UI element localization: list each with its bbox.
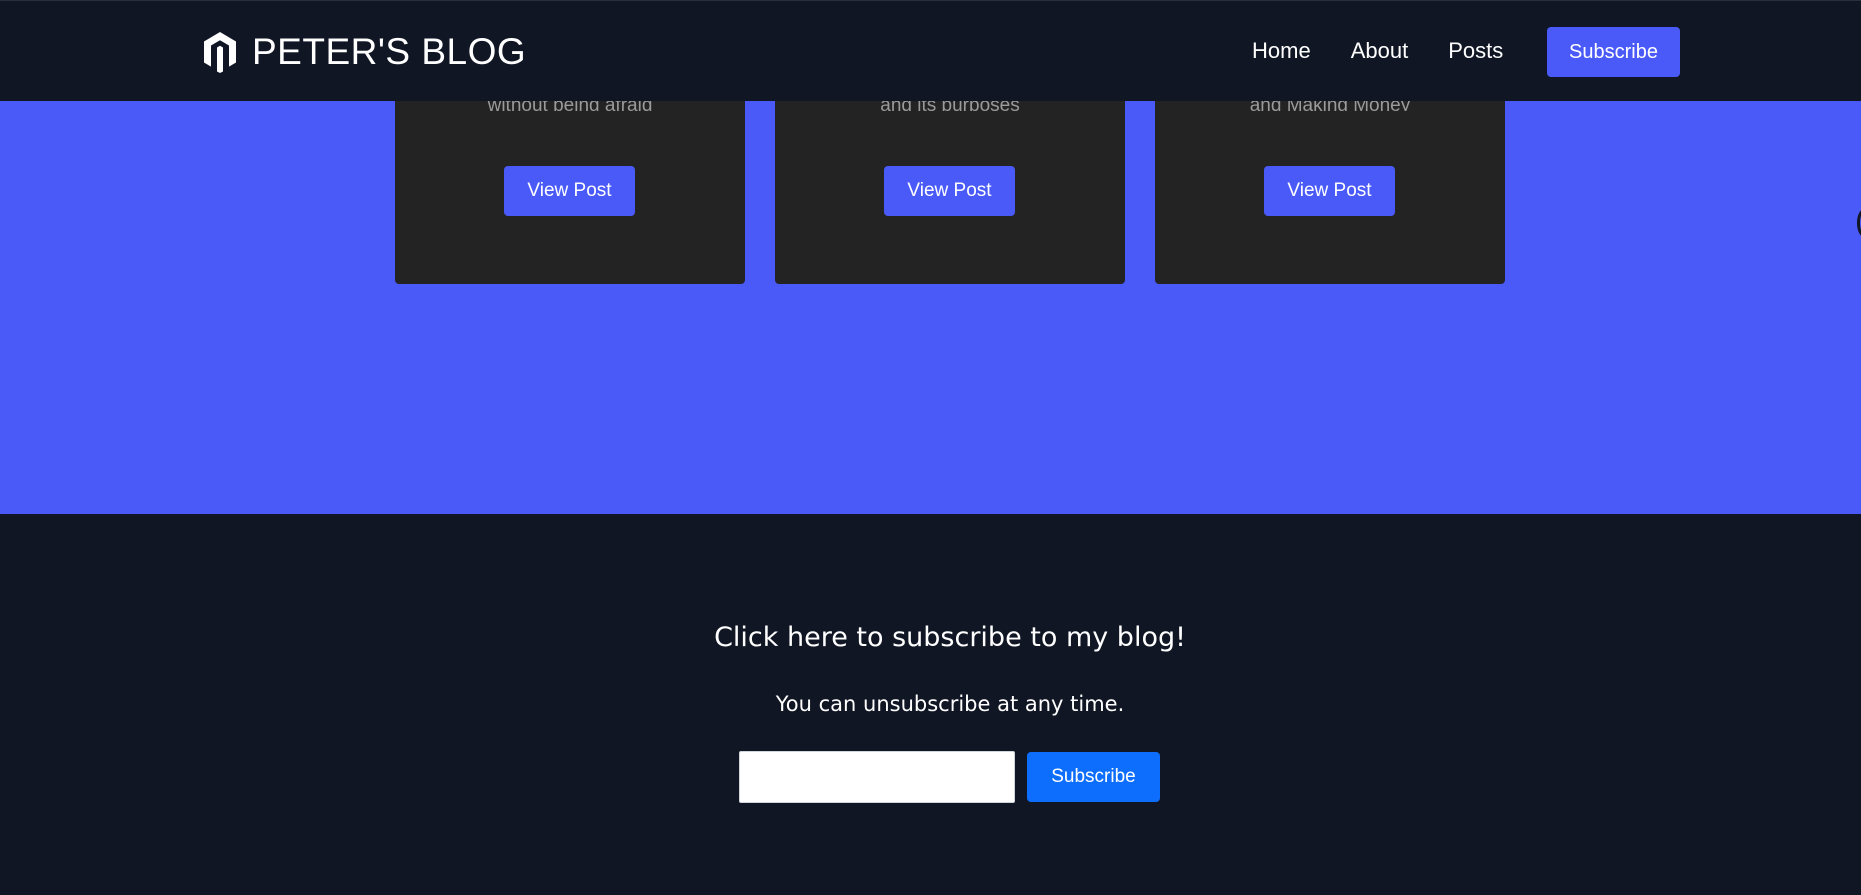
footer-subscribe-button[interactable]: Subscribe bbox=[1027, 752, 1160, 802]
nav-about-link[interactable]: About bbox=[1351, 34, 1409, 68]
view-post-button[interactable]: View Post bbox=[1264, 166, 1395, 216]
post-card: and Making Money View Post bbox=[1155, 99, 1505, 284]
header-subscribe-button[interactable]: Subscribe bbox=[1547, 27, 1680, 77]
brand-title: PETER'S BLOG bbox=[252, 31, 527, 72]
subscribe-section: Click here to subscribe to my blog! You … bbox=[0, 514, 1861, 895]
navbar: PETER'S BLOG Home About Posts Subscribe bbox=[0, 0, 1861, 101]
subscribe-heading: Click here to subscribe to my blog! bbox=[714, 622, 1186, 653]
view-post-button[interactable]: View Post bbox=[884, 166, 1015, 216]
posts-section: without being afraid View Post and its p… bbox=[0, 99, 1861, 514]
main-nav: Home About Posts bbox=[1252, 34, 1503, 68]
post-card: without being afraid View Post bbox=[395, 99, 745, 284]
page: without being afraid View Post and its p… bbox=[0, 0, 1861, 895]
nav-home-link[interactable]: Home bbox=[1252, 34, 1311, 68]
hexagon-logo-icon bbox=[204, 32, 236, 73]
nav-posts-link[interactable]: Posts bbox=[1448, 34, 1503, 68]
subscribe-subtitle: You can unsubscribe at any time. bbox=[775, 692, 1125, 716]
email-input[interactable] bbox=[739, 751, 1015, 803]
carousel-edge-indicator[interactable] bbox=[1857, 209, 1861, 237]
brand-link[interactable]: PETER'S BLOG bbox=[202, 31, 526, 73]
post-card: and its purposes View Post bbox=[775, 99, 1125, 284]
view-post-button[interactable]: View Post bbox=[504, 166, 635, 216]
